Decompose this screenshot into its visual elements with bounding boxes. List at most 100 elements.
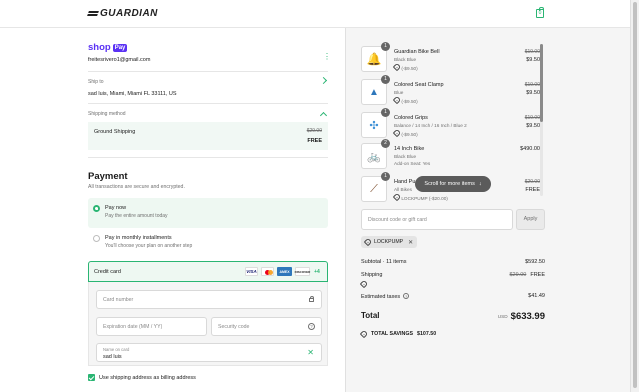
tag-icon: [359, 329, 369, 339]
item-original-price: $19.00: [524, 82, 540, 88]
item-variant: Blue: [394, 90, 404, 95]
expiry-date-field[interactable]: Expiration date (MM / YY): [96, 317, 207, 336]
pay-now-radio[interactable]: [93, 205, 100, 212]
shop-pay-logo: shop Pay: [88, 42, 128, 53]
pay-monthly-subtitle: You'll choose your plan on another step: [105, 243, 193, 249]
item-addon: Add-on Seat: Yes: [394, 161, 431, 166]
name-on-card-field[interactable]: Name on card sad luis ✕: [96, 343, 322, 362]
credit-card-option[interactable]: Credit card VISA AMEX DISCOVER +4: [88, 261, 328, 282]
arrow-down-icon: ↓: [478, 181, 482, 187]
pay-monthly-title: Pay in monthly installments: [105, 235, 172, 241]
card-number-field[interactable]: Card number: [96, 290, 322, 309]
item-name: Guardian Bike Bell: [394, 49, 440, 55]
card-number-placeholder: Card number: [103, 297, 134, 303]
discount-code-placeholder: Discount code or gift card: [368, 217, 427, 223]
seat-clamp-icon: ▲: [369, 86, 379, 98]
cart-item: ▲ 1 Colored Seat Clamp Blue (-$9.50) $19…: [361, 75, 544, 107]
brand-name: GUARDIAN: [100, 8, 158, 19]
item-price: $9.50: [526, 90, 540, 96]
savings-label: TOTAL SAVINGS: [371, 331, 413, 337]
bell-icon: 🔔: [366, 52, 382, 66]
applied-code: LOCKPUMP: [374, 239, 404, 245]
amex-icon: AMEX: [277, 267, 292, 276]
cart-items-scrollbar[interactable]: [540, 44, 543, 196]
pay-now-title: Pay now: [105, 205, 127, 211]
ship-to-label: Ship to: [88, 79, 104, 85]
item-discount: (-$9.50): [392, 128, 418, 138]
quantity-badge: 2: [381, 139, 390, 148]
bike-icon: 🚲: [367, 150, 381, 163]
divider: [88, 157, 328, 158]
page-scrollbar-thumb[interactable]: [633, 2, 637, 388]
name-on-card-label: Name on card: [103, 347, 130, 352]
item-price: FREE: [525, 187, 540, 193]
item-variant: Black Blue: [394, 57, 417, 62]
subtotal-value: $592.50: [525, 259, 545, 265]
item-price: $490.00: [520, 146, 540, 152]
mastercard-icon: [261, 267, 274, 276]
savings-value: $107.50: [417, 331, 437, 337]
item-name: Colored Seat Clamp: [394, 82, 444, 88]
applied-discount-chip: LOCKPUMP ✕: [361, 236, 418, 248]
shipping-row: Shipping $29.00 FREE: [361, 272, 545, 278]
item-original-price: $19.00: [524, 49, 540, 55]
wing-icon: [87, 10, 99, 16]
item-original-price: $19.00: [524, 115, 540, 121]
site-header: GUARDIAN 0: [0, 0, 630, 28]
subtotal-label: Subtotal · 11 items: [361, 259, 407, 265]
help-icon[interactable]: ?: [308, 323, 315, 330]
cart-items-scrollbar-thumb[interactable]: [540, 44, 543, 122]
taxes-value: $41.49: [528, 293, 545, 299]
info-icon[interactable]: ?: [403, 293, 410, 299]
name-on-card-value: sad luis: [103, 354, 122, 360]
billing-address-checkbox-row[interactable]: Use shipping address as billing address: [88, 374, 196, 381]
divider: [88, 71, 328, 72]
pay-monthly-radio[interactable]: [93, 235, 100, 242]
remove-discount-icon[interactable]: ✕: [408, 239, 413, 246]
security-code-field[interactable]: Security code ?: [211, 317, 322, 336]
shipping-summary-original: $29.00: [509, 272, 527, 278]
pay-now-option[interactable]: Pay now Pay the entire amount today: [88, 198, 328, 228]
tag-icon: [359, 279, 369, 289]
item-original-price: $20.00: [524, 179, 540, 185]
ship-to-address: sad luis, Miami, Miami FL 33111, US: [88, 91, 177, 97]
quantity-badge: 1: [381, 108, 390, 117]
shipping-method-option[interactable]: Ground Shipping $29.00 FREE: [88, 122, 328, 150]
discount-code-input[interactable]: Discount code or gift card: [361, 209, 513, 230]
page-scrollbar[interactable]: [630, 0, 639, 392]
payment-title: Payment: [88, 171, 128, 182]
subtotal-row: Subtotal · 11 items $592.50: [361, 259, 545, 265]
item-discount: (-$9.50): [392, 95, 418, 105]
shop-pay-badge: Pay: [112, 44, 128, 52]
item-name: Colored Grips: [394, 115, 428, 121]
more-options-icon[interactable]: ⋮: [323, 53, 331, 61]
brand-logo[interactable]: GUARDIAN: [87, 8, 158, 19]
cart-item: ✣ 1 Colored Grips Balance / 14 Inch / 16…: [361, 108, 544, 140]
item-name: Hand Pu: [394, 179, 416, 185]
shipping-original-price: $29.00: [306, 128, 322, 134]
taxes-label: Estimated taxes: [361, 294, 401, 300]
item-variant: Balance / 14 Inch / 16 Inch / Blue 2: [394, 123, 467, 128]
billing-address-label: Use shipping address as billing address: [99, 374, 196, 381]
item-discount: LOCKPUMP (-$20.00): [392, 192, 448, 202]
visa-icon: VISA: [245, 267, 258, 276]
tag-icon: [392, 62, 402, 72]
scroll-for-more-button[interactable]: Scroll for more items ↓: [415, 176, 491, 192]
pay-monthly-option[interactable]: Pay in monthly installments You'll choos…: [88, 228, 328, 256]
apply-discount-button[interactable]: Apply: [516, 209, 545, 230]
cart-bag-icon[interactable]: 0: [536, 7, 544, 18]
clear-icon[interactable]: ✕: [307, 349, 314, 357]
billing-address-checkbox[interactable]: [88, 374, 95, 381]
more-card-brands: +4: [314, 268, 320, 275]
item-variant: Black Blue: [394, 154, 417, 159]
credit-card-form: Card number Expiration date (MM / YY) Se…: [88, 282, 328, 366]
security-placeholder: Security code: [218, 324, 250, 330]
item-discount: (-$9.50): [392, 62, 418, 72]
scroll-hint-text: Scroll for more items: [424, 181, 475, 187]
tag-icon: [392, 128, 402, 138]
shipping-method-name: Ground Shipping: [94, 129, 136, 135]
total-row: Total USD $633.99: [361, 311, 545, 322]
total-currency: USD: [497, 314, 508, 319]
cart-item: 🔔 1 Guardian Bike Bell Black Blue (-$9.5…: [361, 42, 544, 74]
grips-icon: ✣: [369, 119, 379, 132]
